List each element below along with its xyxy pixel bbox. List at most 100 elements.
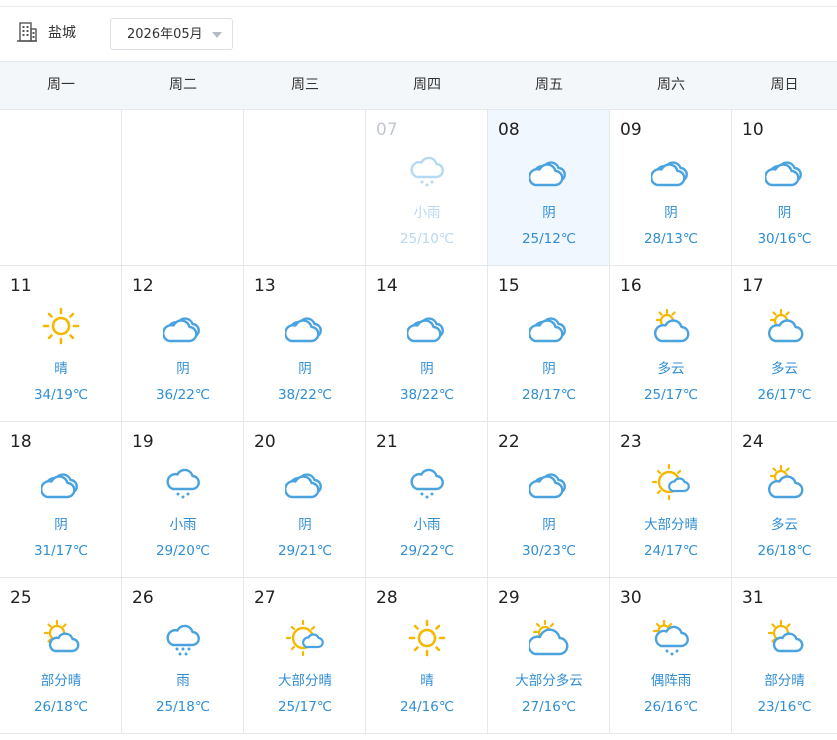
weather-condition: 雨 bbox=[176, 673, 190, 689]
empty-cell bbox=[122, 110, 244, 266]
day-number: 18 bbox=[10, 432, 32, 452]
overcast-icon bbox=[407, 317, 444, 343]
mostly-cloudy-icon bbox=[529, 619, 569, 656]
weather-condition: 阴 bbox=[777, 205, 792, 221]
day-number: 30 bbox=[620, 588, 642, 608]
day-cell-25[interactable]: 25 部分晴 26/18℃ bbox=[0, 578, 122, 734]
city-name[interactable]: 盐城 bbox=[48, 24, 76, 42]
day-number: 13 bbox=[254, 276, 276, 296]
toolbar: 盐城 2026年05月 bbox=[0, 7, 837, 61]
month-select-value: 2026年05月 bbox=[127, 27, 203, 42]
day-cell-11[interactable]: 11 晴 34/19℃ bbox=[0, 266, 122, 422]
partly-sunny-icon bbox=[767, 619, 803, 653]
sunny-icon bbox=[408, 619, 446, 657]
day-number: 28 bbox=[376, 588, 398, 608]
weather-condition: 阴 bbox=[542, 205, 556, 221]
temperature-range: 36/22℃ bbox=[155, 387, 211, 403]
partly-sunny-icon bbox=[43, 619, 80, 653]
weather-condition: 晴 bbox=[420, 673, 434, 689]
day-cell-19[interactable]: 19 小雨 29/20℃ bbox=[122, 422, 244, 578]
weather-condition: 阴 bbox=[664, 205, 678, 221]
weather-condition: 大部分多云 bbox=[515, 673, 583, 689]
day-cell-31[interactable]: 31 部分晴 23/16℃ bbox=[732, 578, 837, 734]
weather-condition: 阴 bbox=[298, 361, 312, 377]
day-cell-21[interactable]: 21 小雨 29/22℃ bbox=[366, 422, 488, 578]
day-cell-07[interactable]: 07 小雨 25/10℃ bbox=[366, 110, 488, 266]
temperature-range: 38/22℃ bbox=[399, 387, 455, 403]
temperature-range: 34/19℃ bbox=[33, 387, 89, 403]
day-cell-23[interactable]: 23 大部分晴 24/17℃ bbox=[610, 422, 732, 578]
weather-condition: 多云 bbox=[771, 361, 798, 377]
day-cell-13[interactable]: 13 阴 38/22℃ bbox=[244, 266, 366, 422]
mostly-sunny-icon bbox=[285, 619, 324, 657]
cloudy-icon bbox=[767, 464, 803, 499]
day-cell-24[interactable]: 24 多云 26/18℃ bbox=[732, 422, 837, 578]
day-cell-10[interactable]: 10 阴 30/16℃ bbox=[732, 110, 837, 266]
temperature-range: 26/18℃ bbox=[33, 699, 89, 715]
day-cell-12[interactable]: 12 阴 36/22℃ bbox=[122, 266, 244, 422]
weekday-header: 周一 周二 周三 周四 周五 周六 周日 bbox=[0, 61, 837, 110]
day-cell-16[interactable]: 16 多云 25/17℃ bbox=[610, 266, 732, 422]
weather-condition: 阴 bbox=[54, 517, 68, 533]
temperature-range: 25/17℃ bbox=[643, 387, 699, 403]
temperature-range: 29/21℃ bbox=[277, 543, 333, 559]
overcast-icon bbox=[285, 473, 322, 499]
weather-condition: 阴 bbox=[542, 361, 556, 377]
temperature-range: 24/17℃ bbox=[643, 543, 699, 559]
day-number: 10 bbox=[742, 120, 764, 140]
overcast-icon bbox=[285, 317, 322, 343]
weather-condition: 多云 bbox=[771, 517, 798, 533]
temperature-range: 30/23℃ bbox=[521, 543, 577, 559]
day-cell-20[interactable]: 20 阴 29/21℃ bbox=[244, 422, 366, 578]
weekday-sun: 周日 bbox=[770, 77, 799, 93]
weather-condition: 部分晴 bbox=[764, 673, 805, 689]
day-number: 09 bbox=[620, 120, 642, 140]
day-cell-26[interactable]: 26 雨 25/18℃ bbox=[122, 578, 244, 734]
weather-condition: 大部分晴 bbox=[278, 673, 332, 689]
temperature-range: 31/17℃ bbox=[33, 543, 89, 559]
day-number: 27 bbox=[254, 588, 276, 608]
weather-condition: 阴 bbox=[176, 361, 190, 377]
temperature-range: 24/16℃ bbox=[399, 699, 455, 715]
day-cell-08[interactable]: 08 阴 25/12℃ bbox=[488, 110, 610, 266]
light-rain-icon bbox=[166, 468, 200, 499]
temperature-range: 29/22℃ bbox=[399, 543, 455, 559]
day-cell-14[interactable]: 14 阴 38/22℃ bbox=[366, 266, 488, 422]
overcast-icon bbox=[764, 161, 802, 187]
day-cell-09[interactable]: 09 阴 28/13℃ bbox=[610, 110, 732, 266]
weather-condition: 晴 bbox=[54, 361, 68, 377]
weather-condition: 阴 bbox=[420, 361, 434, 377]
temperature-range: 27/16℃ bbox=[521, 699, 577, 715]
day-cell-22[interactable]: 22 阴 30/23℃ bbox=[488, 422, 610, 578]
day-number: 11 bbox=[10, 276, 32, 296]
overcast-icon bbox=[163, 317, 200, 343]
temperature-range: 38/22℃ bbox=[277, 387, 333, 403]
temperature-range: 25/18℃ bbox=[155, 699, 211, 715]
temperature-range: 26/16℃ bbox=[643, 699, 699, 715]
temperature-range: 25/17℃ bbox=[277, 699, 333, 715]
weekday-wed: 周三 bbox=[291, 77, 319, 93]
weather-condition: 部分晴 bbox=[40, 673, 82, 689]
weather-condition: 小雨 bbox=[169, 517, 197, 533]
day-number: 12 bbox=[132, 276, 154, 296]
day-number: 08 bbox=[498, 120, 520, 140]
cloudy-icon bbox=[767, 308, 803, 343]
day-cell-18[interactable]: 18 阴 31/17℃ bbox=[0, 422, 122, 578]
temperature-range: 29/20℃ bbox=[155, 543, 211, 559]
day-cell-29[interactable]: 29 大部分多云 27/16℃ bbox=[488, 578, 610, 734]
weekday-sat: 周六 bbox=[657, 77, 685, 93]
overcast-icon bbox=[529, 317, 566, 343]
day-cell-17[interactable]: 17 多云 26/17℃ bbox=[732, 266, 837, 422]
month-select[interactable]: 2026年05月 bbox=[110, 18, 233, 50]
day-cell-15[interactable]: 15 阴 28/17℃ bbox=[488, 266, 610, 422]
temperature-range: 25/12℃ bbox=[521, 231, 577, 247]
day-cell-27[interactable]: 27 大部分晴 25/17℃ bbox=[244, 578, 366, 734]
sunny-icon bbox=[42, 307, 80, 345]
calendar-grid: 07 小雨 25/10℃ 08 阴 25/12℃ 09 阴 28/13℃ 10 阴 30/16℃ 11 晴… bbox=[0, 110, 837, 740]
day-cell-30[interactable]: 30 偶阵雨 26/16℃ bbox=[610, 578, 732, 734]
cloudy-icon bbox=[654, 308, 690, 343]
building-icon bbox=[17, 22, 37, 42]
temperature-range: 28/13℃ bbox=[643, 231, 699, 247]
day-cell-28[interactable]: 28 晴 24/16℃ bbox=[366, 578, 488, 734]
day-number: 31 bbox=[742, 588, 764, 608]
